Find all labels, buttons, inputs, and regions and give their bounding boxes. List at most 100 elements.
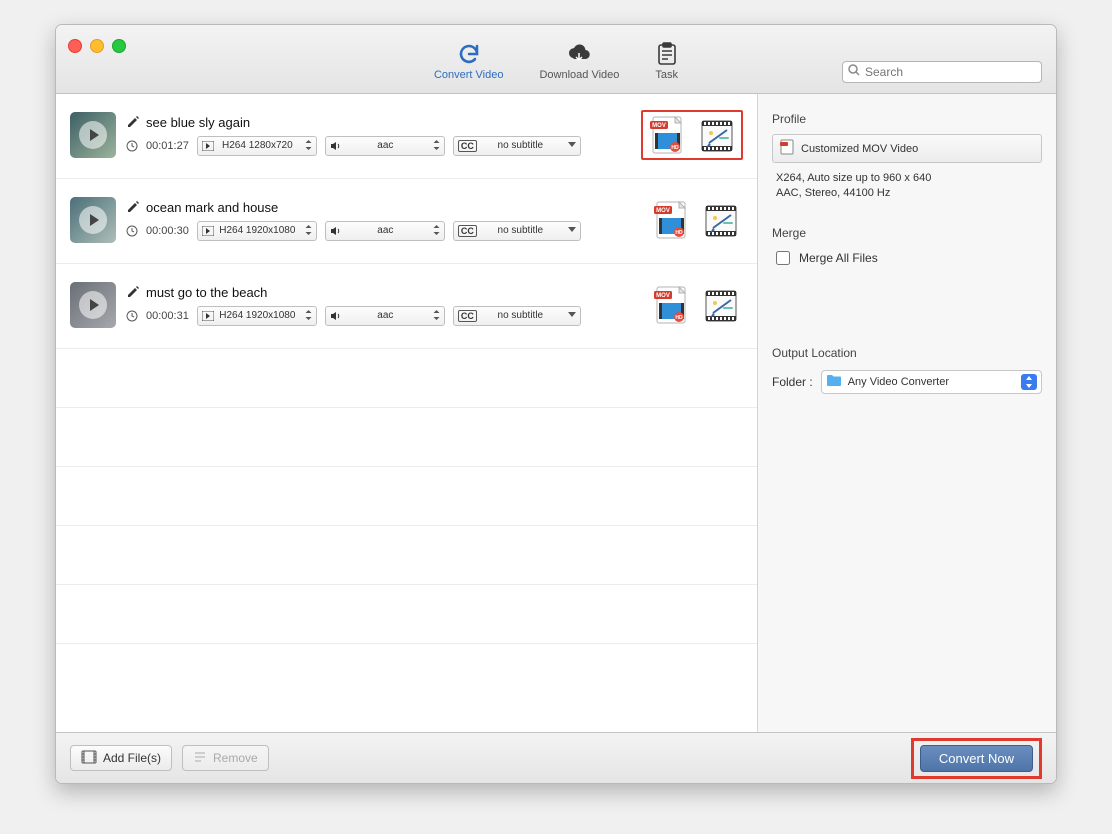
file-title: see blue sly again (146, 115, 250, 130)
subtitle-selector[interactable]: CC no subtitle (453, 306, 581, 326)
svg-text:MOV: MOV (656, 208, 670, 214)
chevron-up-down-icon (433, 310, 440, 322)
audio-format-label: aac (377, 140, 393, 151)
file-row[interactable]: ocean mark and house 00:00:30 H264 1920x… (56, 179, 757, 264)
empty-row (56, 408, 757, 467)
tab-label: Download Video (539, 69, 619, 81)
video-format-selector[interactable]: H264 1280x720 (197, 136, 317, 156)
profile-name: Customized MOV Video (801, 143, 918, 155)
file-duration: 00:01:27 (146, 140, 189, 152)
chevron-up-down-icon (1021, 374, 1037, 390)
audio-format-selector[interactable]: aac (325, 221, 445, 241)
play-icon (79, 121, 107, 149)
cc-icon: CC (458, 310, 477, 322)
output-folder-selector[interactable]: Any Video Converter (821, 370, 1042, 394)
video-format-label: H264 1280x720 (222, 140, 293, 151)
chevron-down-icon (568, 311, 576, 320)
video-thumbnail[interactable] (70, 282, 116, 328)
file-row[interactable]: see blue sly again 00:01:27 H264 1280x72… (56, 94, 757, 179)
pencil-icon[interactable] (126, 115, 140, 129)
chevron-up-down-icon (433, 140, 440, 152)
folder-label: Folder : (772, 375, 813, 389)
file-meta: ocean mark and house 00:00:30 H264 1920x… (126, 200, 643, 241)
convert-now-button[interactable]: Convert Now (920, 745, 1033, 772)
cc-icon: CC (458, 225, 477, 237)
footer-bar: Add File(s) Remove Convert Now (56, 732, 1056, 783)
audio-format-selector[interactable]: aac (325, 306, 445, 326)
subtitle-selector[interactable]: CC no subtitle (453, 221, 581, 241)
file-title: ocean mark and house (146, 200, 278, 215)
subtitle-label: no subtitle (498, 310, 544, 321)
video-format-selector[interactable]: H264 1920x1080 (197, 306, 317, 326)
clock-icon (126, 225, 138, 237)
chevron-up-down-icon (305, 140, 312, 152)
empty-row (56, 349, 757, 408)
task-icon (656, 42, 678, 66)
profile-selector[interactable]: Customized MOV Video (772, 134, 1042, 163)
output-preset-icon[interactable]: MOV HD (653, 200, 689, 240)
subtitle-selector[interactable]: CC no subtitle (453, 136, 581, 156)
video-icon (202, 226, 214, 236)
merge-all-label: Merge All Files (799, 251, 878, 265)
merge-row: Merge All Files (772, 248, 1042, 268)
pencil-icon[interactable] (126, 200, 140, 214)
row-action-icons: MOV HD (641, 110, 743, 160)
app-window: Convert Video Download Video (55, 24, 1057, 784)
file-duration: 00:00:31 (146, 310, 189, 322)
audio-format-label: aac (377, 225, 393, 236)
file-row[interactable]: must go to the beach 00:00:31 H264 1920x… (56, 264, 757, 349)
video-format-label: H264 1920x1080 (219, 225, 295, 236)
search-box (842, 61, 1042, 83)
profile-detail-line: X264, Auto size up to 960 x 640 (776, 171, 1042, 186)
close-window-button[interactable] (68, 39, 82, 53)
file-meta: must go to the beach 00:00:31 H264 1920x… (126, 285, 643, 326)
video-thumbnail[interactable] (70, 112, 116, 158)
tab-label: Convert Video (434, 69, 504, 81)
chevron-up-down-icon (433, 225, 440, 237)
audio-format-selector[interactable]: aac (325, 136, 445, 156)
play-icon (79, 291, 107, 319)
play-icon (79, 206, 107, 234)
speaker-icon (330, 311, 342, 321)
window-controls (68, 39, 126, 53)
film-icon (81, 750, 97, 767)
minimize-window-button[interactable] (90, 39, 104, 53)
empty-row (56, 585, 757, 644)
tab-label: Task (655, 69, 678, 81)
edit-video-icon[interactable] (703, 285, 739, 325)
merge-all-checkbox[interactable] (776, 251, 790, 265)
row-action-icons: MOV HD (653, 200, 743, 240)
tab-convert-video[interactable]: Convert Video (434, 42, 504, 81)
audio-format-label: aac (377, 310, 393, 321)
output-preset-icon[interactable]: MOV HD (649, 115, 685, 155)
pencil-icon[interactable] (126, 285, 140, 299)
empty-row (56, 467, 757, 526)
search-icon (848, 64, 860, 79)
video-format-selector[interactable]: H264 1920x1080 (197, 221, 317, 241)
output-preset-icon[interactable]: MOV HD (653, 285, 689, 325)
edit-video-icon[interactable] (699, 115, 735, 155)
convert-highlight: Convert Now (911, 738, 1042, 779)
tab-task[interactable]: Task (655, 42, 678, 81)
video-thumbnail[interactable] (70, 197, 116, 243)
clock-icon (126, 310, 138, 322)
add-files-button[interactable]: Add File(s) (70, 745, 172, 771)
svg-text:MOV: MOV (652, 123, 666, 129)
svg-text:HD: HD (675, 315, 683, 321)
chevron-up-down-icon (305, 225, 312, 237)
remove-button[interactable]: Remove (182, 745, 269, 771)
tab-download-video[interactable]: Download Video (539, 42, 619, 81)
edit-video-icon[interactable] (703, 200, 739, 240)
profile-header: Profile (772, 112, 1042, 126)
maximize-window-button[interactable] (112, 39, 126, 53)
chevron-down-icon (568, 226, 576, 235)
toolbar-tabs: Convert Video Download Video (434, 42, 678, 81)
output-row: Folder : Any Video Converter (772, 370, 1042, 394)
clock-icon (126, 140, 138, 152)
mov-profile-icon (779, 139, 795, 158)
svg-text:HD: HD (675, 230, 683, 236)
sidebar: Profile Customized MOV Video X264, Auto … (757, 94, 1056, 732)
add-files-label: Add File(s) (103, 751, 161, 765)
search-input[interactable] (842, 61, 1042, 83)
file-meta: see blue sly again 00:01:27 H264 1280x72… (126, 115, 631, 156)
